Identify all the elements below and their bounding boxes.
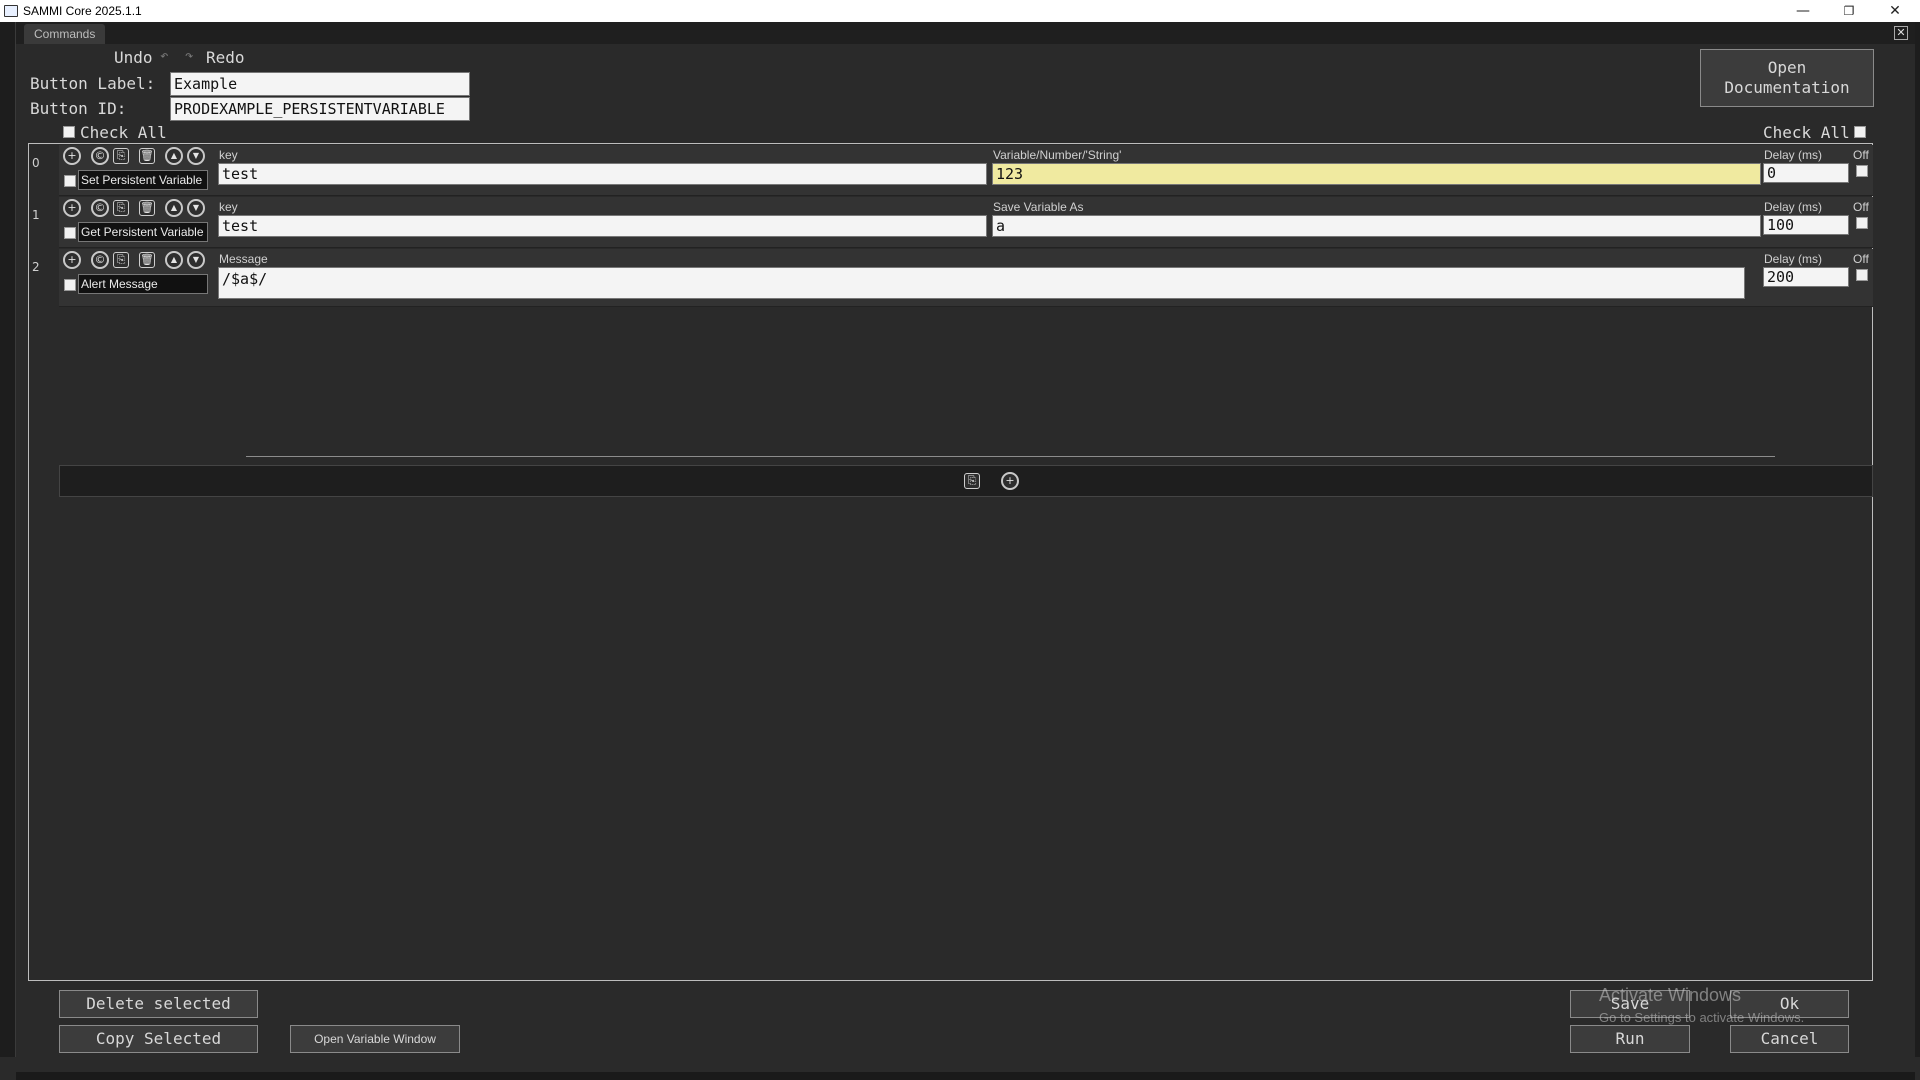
delete-icon[interactable]: 🗑 bbox=[139, 252, 155, 268]
off-checkbox[interactable] bbox=[1856, 217, 1868, 229]
undo-icon[interactable]: ↶ bbox=[160, 48, 168, 64]
delay-input[interactable]: 100 bbox=[1763, 215, 1849, 235]
add-command-bar: ⎘ + bbox=[59, 465, 1873, 497]
delete-selected-button[interactable]: Delete selected bbox=[59, 990, 258, 1018]
tab-bar: Commands bbox=[16, 22, 1915, 44]
move-up-icon[interactable]: ▲ bbox=[165, 147, 183, 165]
field1-label: Message bbox=[219, 252, 268, 266]
check-all-right-label: Check All bbox=[1763, 123, 1850, 142]
command-name[interactable]: Get Persistent Variable bbox=[78, 222, 208, 242]
open-documentation-line1: Open bbox=[1767, 58, 1807, 77]
app-icon bbox=[4, 5, 18, 17]
field2-label: Variable/Number/'String' bbox=[993, 148, 1122, 162]
command-row: + © ⎘ 🗑 ▲ ▼ Get Persistent Variable key … bbox=[59, 197, 1873, 248]
off-checkbox[interactable] bbox=[1856, 269, 1868, 281]
add-icon[interactable]: + bbox=[63, 251, 81, 269]
check-all-right-checkbox[interactable] bbox=[1854, 126, 1866, 138]
commands-panel: 0 + © ⎘ 🗑 ▲ ▼ Set Persistent Variable ke… bbox=[28, 143, 1873, 981]
redo-button[interactable]: Redo bbox=[206, 48, 245, 67]
run-button[interactable]: Run bbox=[1570, 1025, 1690, 1053]
row-select-checkbox[interactable] bbox=[64, 175, 76, 187]
add-command-icon[interactable]: + bbox=[1001, 472, 1019, 490]
button-label-caption: Button Label: bbox=[30, 74, 156, 93]
title-bar: SAMMI Core 2025.1.1 — ❐ ✕ bbox=[0, 0, 1920, 22]
move-up-icon[interactable]: ▲ bbox=[165, 199, 183, 217]
check-all-left-label: Check All bbox=[80, 123, 167, 142]
move-down-icon[interactable]: ▼ bbox=[187, 251, 205, 269]
copy-icon[interactable]: © bbox=[91, 251, 109, 269]
row-action-icons: + © ⎘ 🗑 ▲ ▼ bbox=[63, 147, 205, 165]
minimize-button[interactable]: — bbox=[1780, 0, 1826, 22]
save-variable-input[interactable]: a bbox=[992, 215, 1761, 237]
field1-label: key bbox=[219, 200, 238, 214]
copy-selected-button[interactable]: Copy Selected bbox=[59, 1025, 258, 1053]
button-label-input[interactable]: Example bbox=[170, 72, 470, 96]
add-icon[interactable]: + bbox=[63, 199, 81, 217]
command-name[interactable]: Alert Message bbox=[78, 274, 208, 294]
off-label: Off bbox=[1853, 148, 1869, 162]
key-input[interactable]: test bbox=[218, 163, 987, 185]
move-up-icon[interactable]: ▲ bbox=[165, 251, 183, 269]
paste-icon[interactable]: ⎘ bbox=[113, 148, 129, 164]
button-id-input[interactable]: PRODEXAMPLE_PERSISTENTVARIABLE bbox=[170, 97, 470, 121]
window-title: SAMMI Core 2025.1.1 bbox=[23, 4, 142, 18]
command-row: + © ⎘ 🗑 ▲ ▼ Set Persistent Variable key … bbox=[59, 145, 1873, 196]
field2-label: Save Variable As bbox=[993, 200, 1084, 214]
button-id-caption: Button ID: bbox=[30, 99, 127, 118]
close-panel-icon[interactable]: ✕ bbox=[1894, 26, 1908, 40]
move-down-icon[interactable]: ▼ bbox=[187, 147, 205, 165]
check-all-left-checkbox[interactable] bbox=[63, 126, 75, 138]
row-index: 1 bbox=[32, 208, 40, 222]
add-icon[interactable]: + bbox=[63, 147, 81, 165]
message-textarea[interactable]: /$a$/ bbox=[218, 267, 1745, 299]
open-documentation-line2: Documentation bbox=[1724, 78, 1850, 97]
paste-command-icon[interactable]: ⎘ bbox=[964, 473, 980, 489]
value-input[interactable]: 123 bbox=[992, 163, 1761, 185]
delay-label: Delay (ms) bbox=[1764, 252, 1823, 266]
move-down-icon[interactable]: ▼ bbox=[187, 199, 205, 217]
row-resize-line[interactable] bbox=[246, 456, 1775, 457]
paste-icon[interactable]: ⎘ bbox=[113, 252, 129, 268]
undo-button[interactable]: Undo bbox=[114, 48, 153, 67]
delete-icon[interactable]: 🗑 bbox=[139, 148, 155, 164]
copy-icon[interactable]: © bbox=[91, 147, 109, 165]
delay-label: Delay (ms) bbox=[1764, 148, 1823, 162]
open-documentation-button[interactable]: Open Documentation bbox=[1700, 49, 1874, 107]
cancel-button[interactable]: Cancel bbox=[1730, 1025, 1849, 1053]
copy-icon[interactable]: © bbox=[91, 199, 109, 217]
activation-watermark-title: Activate Windows bbox=[1599, 985, 1742, 1005]
row-select-checkbox[interactable] bbox=[64, 279, 76, 291]
row-action-icons: + © ⎘ 🗑 ▲ ▼ bbox=[63, 199, 205, 217]
left-edge-strip bbox=[0, 22, 16, 1057]
open-variable-window-button[interactable]: Open Variable Window bbox=[290, 1025, 460, 1053]
off-label: Off bbox=[1853, 252, 1869, 266]
right-edge-strip bbox=[1915, 22, 1920, 1057]
off-label: Off bbox=[1853, 200, 1869, 214]
command-row: + © ⎘ 🗑 ▲ ▼ Alert Message Message /$a$/ … bbox=[59, 249, 1873, 307]
close-window-button[interactable]: ✕ bbox=[1872, 0, 1918, 22]
row-select-checkbox[interactable] bbox=[64, 227, 76, 239]
command-name[interactable]: Set Persistent Variable bbox=[78, 170, 208, 190]
field1-label: key bbox=[219, 148, 238, 162]
delay-input[interactable]: 200 bbox=[1763, 267, 1849, 287]
row-action-icons: + © ⎘ 🗑 ▲ ▼ bbox=[63, 251, 205, 269]
off-checkbox[interactable] bbox=[1856, 165, 1868, 177]
delay-input[interactable]: 0 bbox=[1763, 163, 1849, 183]
key-input[interactable]: test bbox=[218, 215, 987, 237]
delete-icon[interactable]: 🗑 bbox=[139, 200, 155, 216]
bottom-edge bbox=[16, 1072, 1915, 1080]
activation-watermark-subtitle: Go to Settings to activate Windows. bbox=[1599, 1010, 1805, 1025]
row-index: 2 bbox=[32, 260, 40, 274]
row-index: 0 bbox=[32, 156, 40, 170]
delay-label: Delay (ms) bbox=[1764, 200, 1823, 214]
restore-button[interactable]: ❐ bbox=[1826, 0, 1872, 22]
paste-icon[interactable]: ⎘ bbox=[113, 200, 129, 216]
tab-commands[interactable]: Commands bbox=[24, 24, 106, 44]
redo-icon[interactable]: ↷ bbox=[185, 48, 193, 64]
